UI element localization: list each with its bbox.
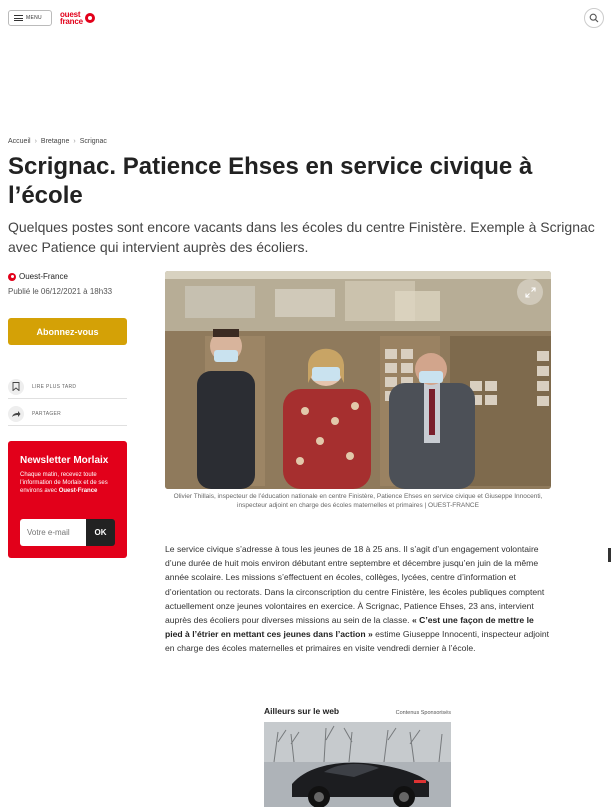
article-lede: Quelques postes sont encore vacants dans… bbox=[8, 219, 595, 255]
logo-dot-icon bbox=[84, 13, 95, 23]
share-icon bbox=[8, 405, 24, 422]
newsletter-ok-button[interactable]: OK bbox=[86, 519, 115, 546]
bookmark-icon bbox=[8, 378, 24, 395]
breadcrumb-separator-icon: › bbox=[73, 138, 76, 145]
ouest-france-logo[interactable]: ouest france bbox=[60, 9, 95, 27]
newsletter-form: OK bbox=[20, 519, 115, 546]
article-body: Le service civique s’adresse à tous les … bbox=[165, 544, 550, 654]
breadcrumb-separator-icon: › bbox=[34, 138, 37, 145]
share-button[interactable]: PARTAGER bbox=[8, 402, 127, 426]
sponsored-image[interactable] bbox=[264, 722, 451, 807]
newsletter-brand: Ouest-France bbox=[58, 488, 98, 494]
menu-label: MENU bbox=[26, 15, 42, 21]
search-icon bbox=[589, 13, 599, 23]
ouest-france-icon bbox=[8, 272, 16, 281]
source-name: Ouest-France bbox=[19, 272, 68, 281]
menu-icon bbox=[14, 15, 23, 21]
read-later-button[interactable]: LIRE PLUS TARD bbox=[8, 375, 127, 399]
article-photo[interactable] bbox=[165, 271, 551, 489]
newsletter-email-input[interactable] bbox=[20, 519, 86, 546]
sponsored-tag: Contenus Sponsorisés bbox=[395, 710, 451, 716]
share-label: PARTAGER bbox=[32, 410, 62, 417]
newsletter-box: Newsletter Morlaix Chaque matin, recevez… bbox=[8, 441, 127, 558]
breadcrumb-home[interactable]: Accueil bbox=[8, 138, 31, 145]
menu-button[interactable]: MENU bbox=[8, 10, 52, 26]
top-bar: MENU ouest france bbox=[0, 0, 611, 36]
sponsored-title: Ailleurs sur le web bbox=[264, 706, 340, 716]
breadcrumb-town[interactable]: Scrignac bbox=[80, 138, 107, 145]
breadcrumb-region[interactable]: Bretagne bbox=[41, 138, 69, 145]
article-source[interactable]: Ouest-France bbox=[8, 272, 68, 281]
article-title: Scrignac. Patience Ehses en service civi… bbox=[8, 153, 533, 209]
photo-caption: Olivier Thillais, inspecteur de l’éducat… bbox=[173, 493, 543, 509]
sponsored-header: Ailleurs sur le web Contenus Sponsorisés bbox=[264, 706, 451, 716]
subscribe-button[interactable]: Abonnez-vous bbox=[8, 318, 127, 345]
newsletter-text: Chaque matin, recevez toute l’informatio… bbox=[20, 472, 108, 494]
breadcrumb: Accueil › Bretagne › Scrignac bbox=[8, 138, 107, 145]
publication-date: Publié le 06/12/2021 à 18h33 bbox=[8, 287, 113, 296]
read-later-label: LIRE PLUS TARD bbox=[32, 383, 77, 390]
newsletter-title: Newsletter Morlaix bbox=[20, 455, 109, 466]
expand-icon bbox=[524, 286, 536, 298]
search-button[interactable] bbox=[584, 8, 604, 28]
expand-photo-button[interactable] bbox=[517, 279, 543, 305]
